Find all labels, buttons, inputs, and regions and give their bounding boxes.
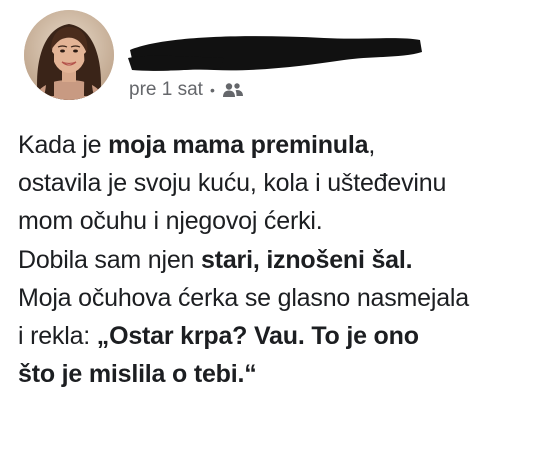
text-line: Dobila sam njen stari, iznošeni šal.: [18, 241, 528, 279]
text-line: i rekla: „Ostar krpa? Vau. To je ono: [18, 317, 528, 355]
bold-text: stari, iznošeni šal.: [201, 246, 413, 274]
bold-text: „Ostar krpa? Vau. To je ono: [96, 322, 419, 350]
text-line: što je mislila o tebi.“: [18, 355, 528, 393]
friends-icon[interactable]: [222, 82, 244, 98]
post-meta: pre 1 sat •: [129, 79, 244, 101]
avatar[interactable]: [24, 10, 114, 100]
redacted-username: [128, 36, 422, 71]
meta-separator: •: [209, 82, 215, 98]
paragraph-2: Dobila sam njen stari, iznošeni šal. Moj…: [18, 241, 528, 393]
facebook-post: pre 1 sat • Kada je moja mama preminula,…: [0, 0, 534, 462]
bold-text: što je mislila o tebi.“: [18, 360, 257, 388]
avatar-photo: [24, 10, 114, 100]
paragraph-1: Kada je moja mama preminula, ostavila je…: [18, 126, 528, 240]
text-segment: ,: [368, 131, 376, 159]
text-segment: Dobila sam njen: [18, 246, 202, 274]
text-line: Moja očuhova ćerka se glasno nasmejala: [18, 284, 469, 312]
text-line: mom očuhu i njegovoj ćerki.: [18, 207, 323, 235]
post-timestamp[interactable]: pre 1 sat: [129, 79, 203, 101]
post-text: Kada je moja mama preminula, ostavila je…: [18, 126, 528, 393]
text-segment: i rekla:: [18, 322, 97, 350]
text-line: ostavila je svoju kuću, kola i ušteđevin…: [18, 169, 447, 197]
bold-text: moja mama preminula: [108, 131, 369, 159]
text-line: Kada je moja mama preminula,: [18, 126, 528, 164]
text-segment: Kada je: [18, 131, 109, 159]
